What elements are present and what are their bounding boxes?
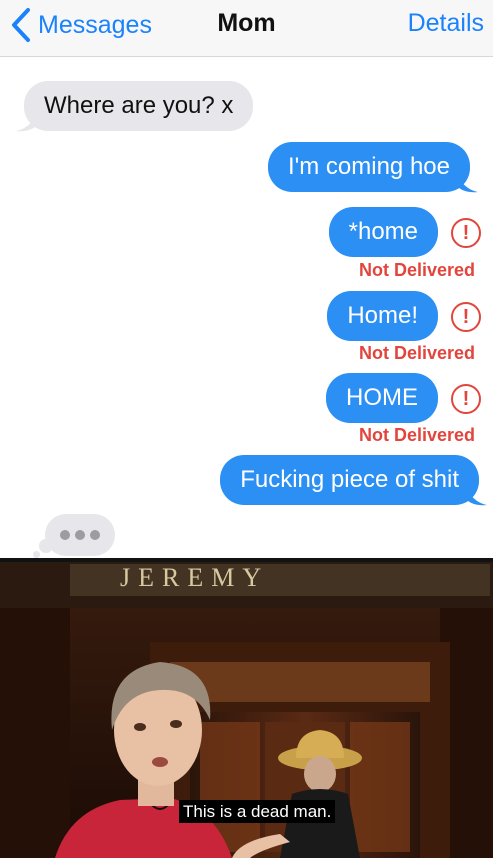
meme-image-panel: JEREMY This is a dead man.: [0, 562, 493, 858]
sign-text: JEREMY: [120, 563, 269, 592]
typing-tail: [33, 551, 40, 558]
message-bubble-outgoing[interactable]: Fucking piece of shit: [220, 455, 479, 505]
video-caption: This is a dead man.: [179, 800, 336, 823]
navigation-bar: Messages Mom Details: [0, 0, 493, 57]
typing-dots-icon: [45, 514, 115, 556]
details-button[interactable]: Details: [408, 9, 484, 38]
chat-screen: Messages Mom Details Where are you? x I'…: [0, 0, 493, 560]
message-bubble-outgoing[interactable]: Home!: [327, 291, 438, 341]
not-delivered-label: Not Delivered: [358, 260, 475, 280]
message-bubble-outgoing[interactable]: *home: [328, 207, 438, 257]
typing-dot: [75, 530, 85, 540]
error-alert-icon[interactable]: !: [451, 302, 481, 332]
not-delivered-label: Not Delivered: [358, 343, 475, 363]
typing-dot: [90, 530, 100, 540]
error-alert-icon[interactable]: !: [451, 218, 481, 248]
typing-dot: [60, 530, 70, 540]
message-bubble-incoming[interactable]: Where are you? x: [24, 81, 254, 131]
not-delivered-label: Not Delivered: [358, 425, 475, 445]
message-bubble-outgoing[interactable]: I'm coming hoe: [268, 142, 470, 192]
message-bubble-outgoing[interactable]: HOME: [326, 373, 438, 423]
error-alert-icon[interactable]: !: [451, 384, 481, 414]
